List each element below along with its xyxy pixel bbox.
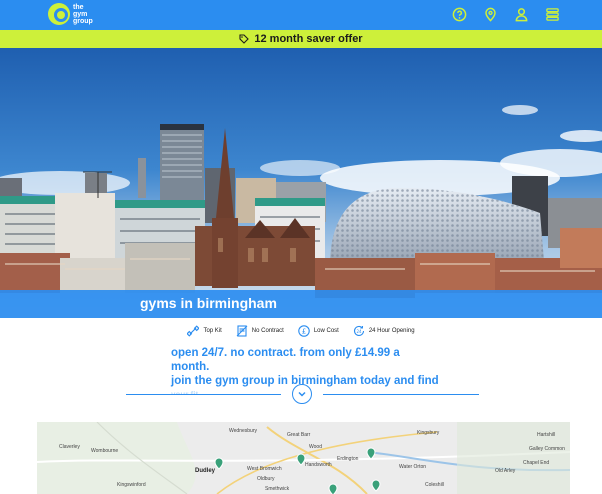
birmingham-skyline-image — [0, 48, 602, 318]
feature-label: Top Kit — [203, 328, 222, 334]
map-label: Claverley — [59, 444, 80, 450]
map-label: Handsworth — [305, 462, 332, 468]
svg-text:£: £ — [302, 328, 306, 336]
divider-left — [126, 394, 281, 395]
gym-group-logo[interactable]: the gym group — [48, 3, 93, 25]
gym-locations-map[interactable]: Wednesbury Claverley Wombourne Dudley Ki… — [37, 422, 570, 494]
hero-title-band: gyms in birmingham — [0, 290, 602, 318]
no-contract-icon — [236, 325, 248, 337]
map-label: Wombourne — [91, 448, 119, 454]
logo-text: the gym group — [73, 4, 93, 25]
feature-list: Top Kit No Contract £ Low Cost 24 24 Hou… — [0, 323, 602, 339]
chevron-down-icon — [298, 391, 306, 397]
hero-banner: gyms in birmingham — [0, 48, 602, 318]
logo-line-1: the — [73, 3, 84, 11]
map-label: Wednesbury — [229, 428, 257, 434]
header-actions — [452, 7, 560, 22]
map-label: Smethwick — [265, 486, 290, 492]
dumbbell-icon — [187, 325, 200, 337]
map-label: Dudley — [195, 468, 216, 474]
24-hour-icon: 24 — [353, 325, 364, 337]
feature-top-kit: Top Kit — [187, 325, 222, 337]
map-label: Kingsbury — [417, 430, 440, 436]
map-label: Great Barr — [287, 432, 311, 438]
offer-label: 12 month saver offer — [254, 33, 363, 45]
feature-label: No Contract — [251, 328, 284, 334]
map-label: Kingswinford — [117, 482, 146, 488]
offer-banner[interactable]: 12 month saver offer — [0, 30, 602, 48]
location-pin-icon[interactable] — [483, 7, 498, 22]
account-icon[interactable] — [514, 7, 529, 22]
divider-right — [323, 394, 479, 395]
logo-line-2: gym — [73, 10, 88, 18]
feature-label: Low Cost — [313, 328, 339, 334]
page-title: gyms in birmingham — [140, 295, 277, 311]
map-label: Galley Common — [529, 446, 565, 452]
map-label: Wood — [309, 444, 322, 450]
svg-text:24: 24 — [356, 329, 362, 334]
expand-intro-button[interactable] — [292, 384, 312, 404]
feature-low-cost: £ Low Cost — [298, 325, 339, 337]
help-icon[interactable] — [452, 7, 467, 22]
intro-line-1: open 24/7. no contract. from only £14.99… — [171, 347, 400, 373]
tag-icon — [239, 34, 250, 44]
map-label: Oldbury — [257, 476, 275, 482]
menu-icon[interactable] — [545, 7, 560, 22]
logo-mark-icon — [48, 3, 70, 25]
map-label: Coleshill — [425, 482, 444, 488]
map-label: Chapel End — [523, 460, 550, 466]
map-label: Hartshill — [537, 432, 556, 438]
map-label: Old Arley — [495, 468, 516, 474]
feature-no-contract: No Contract — [236, 325, 284, 337]
pound-icon: £ — [298, 325, 310, 337]
map-label: Erdington — [337, 456, 359, 462]
site-header: the gym group — [0, 0, 602, 30]
feature-label: 24 Hour Opening — [368, 328, 415, 334]
map-label: Water Orton — [399, 464, 427, 470]
map-label: West Bromwich — [247, 466, 282, 472]
logo-line-3: group — [73, 17, 93, 25]
feature-24-hour: 24 24 Hour Opening — [353, 325, 415, 337]
